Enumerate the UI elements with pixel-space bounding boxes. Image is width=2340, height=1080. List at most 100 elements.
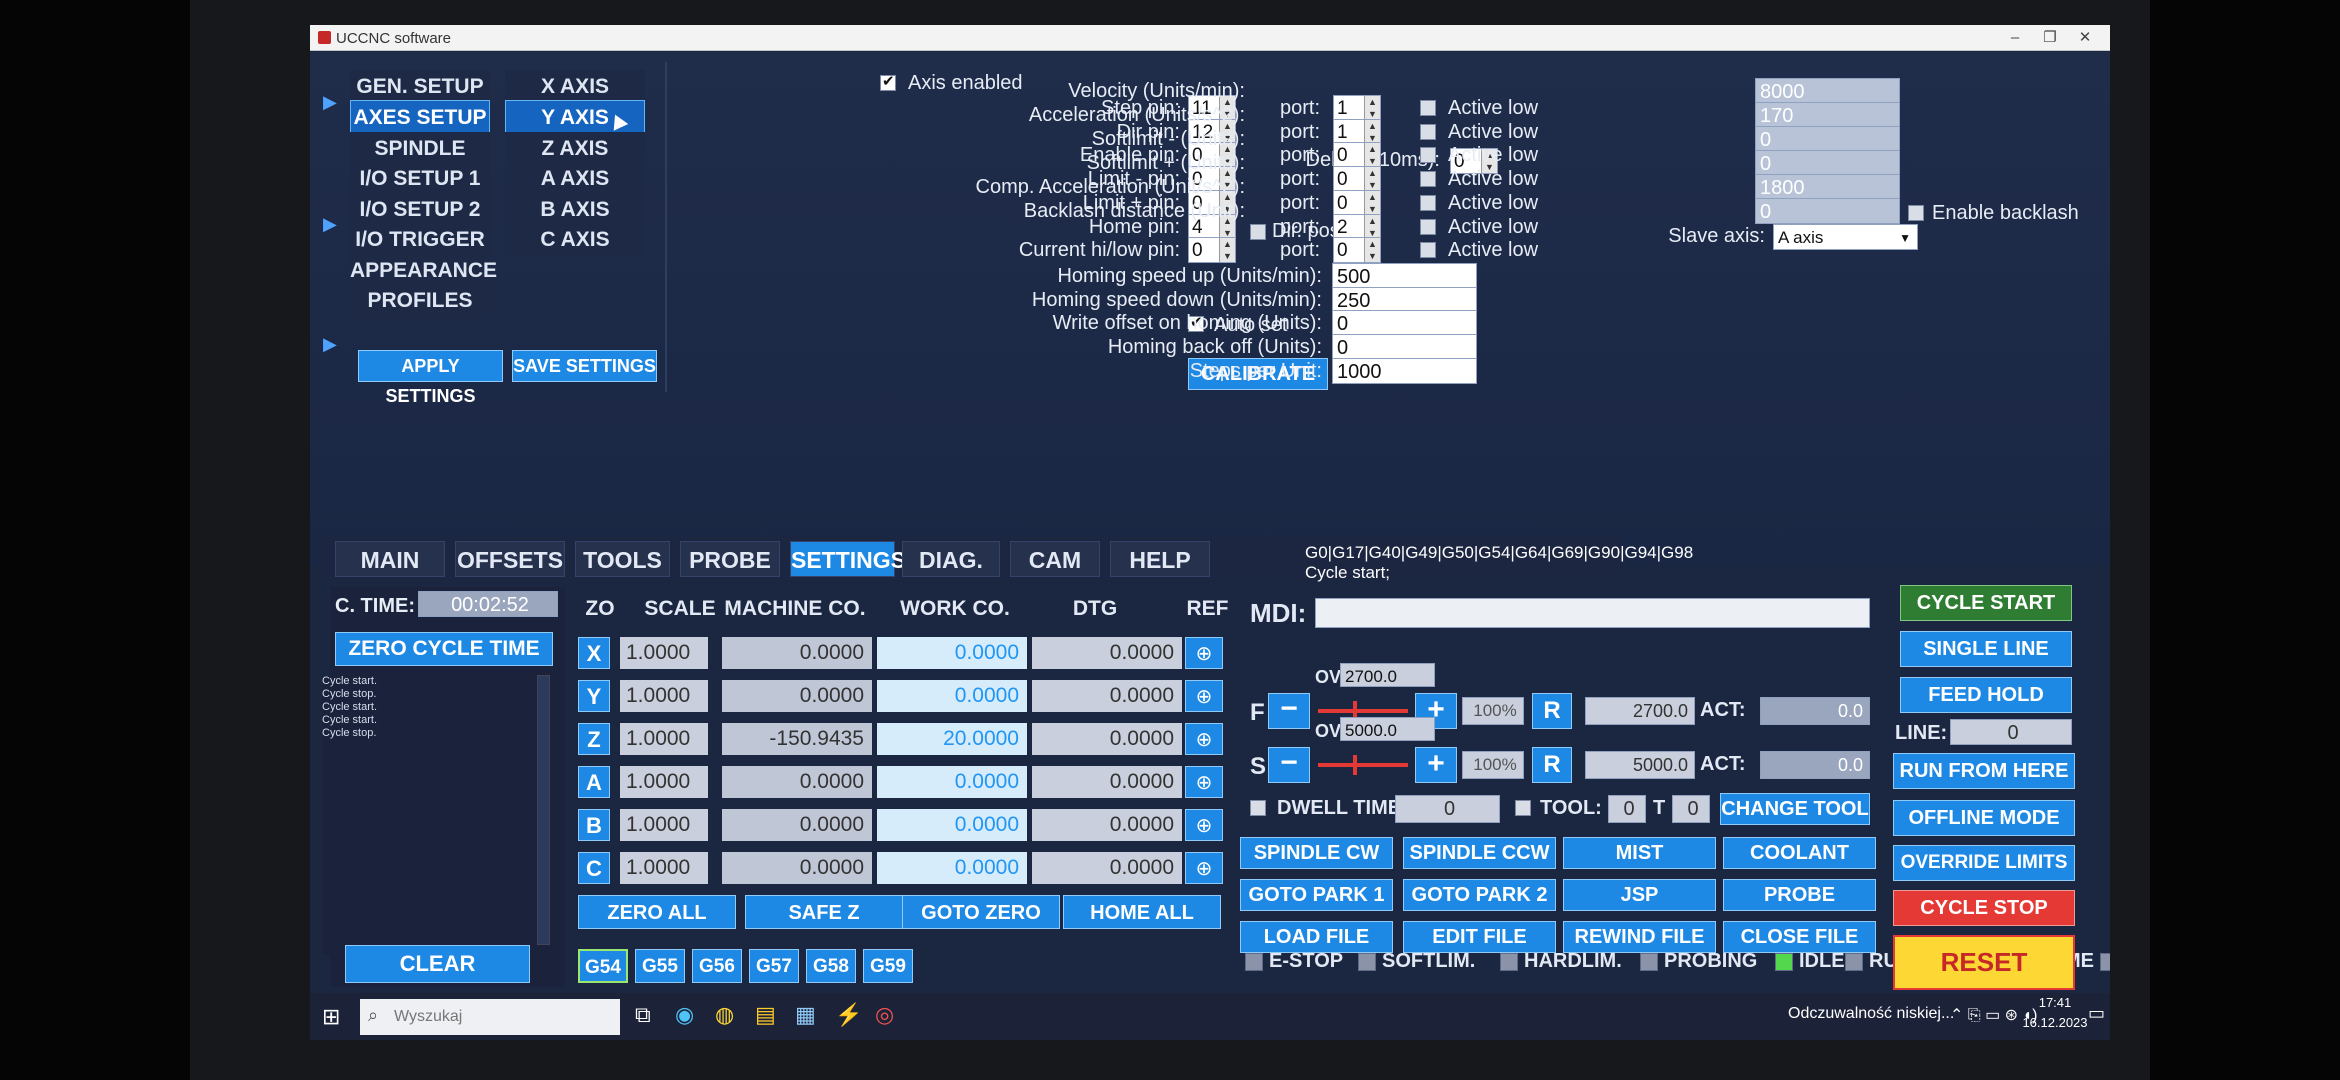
nav-io-setup-2[interactable]: I/O SETUP 2 — [350, 193, 490, 227]
scale-field[interactable]: 1.0000 — [620, 637, 708, 669]
minimize-button[interactable]: – — [2000, 27, 2030, 49]
home-axis-button[interactable]: ⊕ — [1185, 809, 1223, 841]
zero-cycle-time-button[interactable]: ZERO CYCLE TIME — [335, 632, 553, 666]
home-axis-button[interactable]: ⊕ — [1185, 723, 1223, 755]
maximize-button[interactable]: ❐ — [2035, 27, 2065, 49]
goto-park-1-button[interactable]: GOTO PARK 1 — [1240, 879, 1393, 911]
clear-log-button[interactable]: CLEAR — [345, 945, 530, 983]
work-offset-g55[interactable]: G55 — [635, 949, 685, 983]
port-spinner[interactable]: 1 ▲ ▼ — [1333, 118, 1381, 145]
spinner-arrows-icon[interactable]: ▲ ▼ — [1364, 143, 1380, 168]
scale-field[interactable]: 1.0000 — [620, 723, 708, 755]
probe-button[interactable]: PROBE — [1723, 879, 1876, 911]
active-low-checkbox[interactable] — [1420, 242, 1436, 259]
active-low-checkbox[interactable] — [1420, 171, 1436, 188]
app-icon[interactable]: ▦ — [795, 1002, 816, 1028]
weather-status[interactable]: Odczuwalność niskiej... — [1788, 1005, 1954, 1023]
motion-field[interactable]: 170 — [1755, 102, 1900, 128]
feed-reset-button[interactable]: R — [1532, 693, 1572, 729]
nav-profiles[interactable]: PROFILES — [350, 284, 490, 318]
homing-field[interactable]: 0 — [1332, 310, 1477, 337]
t-field[interactable]: 0 — [1672, 795, 1710, 823]
spinner-arrows-icon[interactable]: ▲ ▼ — [1364, 238, 1380, 263]
active-low-checkbox[interactable] — [1420, 194, 1436, 211]
notification-icon[interactable]: ▭ — [2088, 1003, 2105, 1024]
spindle-ccw-button[interactable]: SPINDLE CCW — [1403, 837, 1556, 869]
spindle-slider-handle[interactable] — [1353, 755, 1357, 775]
nav-z-axis[interactable]: Z AXIS — [505, 132, 645, 166]
scale-field[interactable]: 1.0000 — [620, 766, 708, 798]
work-offset-g58[interactable]: G58 — [806, 949, 856, 983]
port-spinner[interactable]: 0 ▲ ▼ — [1333, 237, 1381, 264]
tab-settings[interactable]: SETTINGS — [790, 541, 906, 577]
tab-offsets[interactable]: OFFSETS — [455, 541, 565, 577]
machine-coord-field[interactable]: 0.0000 — [722, 809, 872, 841]
axis-zero-button-c[interactable]: C — [578, 852, 610, 884]
windows-start-icon[interactable]: ⊞ — [322, 1004, 340, 1030]
nav-appearance[interactable]: APPEARANCE — [350, 254, 497, 288]
axis-zero-button-b[interactable]: B — [578, 809, 610, 841]
clock-time[interactable]: 17:41 — [2030, 995, 2080, 1010]
homing-field[interactable]: 1000 — [1332, 357, 1477, 384]
run-from-here-button[interactable]: RUN FROM HERE — [1893, 753, 2075, 789]
file-explorer-icon[interactable]: ▤ — [755, 1002, 776, 1028]
load-file-button[interactable]: LOAD FILE — [1240, 921, 1393, 953]
motion-field[interactable]: 0 — [1755, 198, 1900, 224]
machine-coord-field[interactable]: 0.0000 — [722, 680, 872, 712]
task-view-icon[interactable]: ⧉ — [635, 1002, 651, 1028]
edge-browser-icon[interactable]: ◉ — [675, 1002, 694, 1028]
work-offset-g56[interactable]: G56 — [692, 949, 742, 983]
uccnc-taskbar-icon[interactable]: ⚡ — [835, 1002, 862, 1028]
machine-coord-field[interactable]: 0.0000 — [722, 637, 872, 669]
work-coord-field[interactable]: 20.0000 — [877, 723, 1027, 755]
goto-zero-button[interactable]: GOTO ZERO — [902, 895, 1060, 929]
home-axis-button[interactable]: ⊕ — [1185, 766, 1223, 798]
work-offset-g59[interactable]: G59 — [863, 949, 913, 983]
nav-io-setup-1[interactable]: I/O SETUP 1 — [350, 162, 490, 196]
work-offset-g54[interactable]: G54 — [578, 949, 628, 983]
port-spinner[interactable]: 2 ▲ ▼ — [1333, 213, 1381, 240]
apply-settings-button[interactable]: APPLY SETTINGS — [358, 350, 503, 406]
axis-zero-button-z[interactable]: Z — [578, 723, 610, 755]
dwell-field[interactable]: 0 — [1395, 795, 1500, 823]
active-low-checkbox[interactable] — [1420, 218, 1436, 235]
tab-tools[interactable]: TOOLS — [575, 541, 670, 577]
chrome-browser-icon[interactable]: ◍ — [715, 1002, 734, 1028]
home-axis-button[interactable]: ⊕ — [1185, 680, 1223, 712]
nav-x-axis[interactable]: X AXIS — [505, 70, 645, 104]
tab-diag[interactable]: DIAG. — [902, 541, 1000, 577]
spindle-increase-button[interactable]: + — [1415, 747, 1457, 783]
port-spinner[interactable]: 0 ▲ ▼ — [1333, 142, 1381, 169]
tab-probe[interactable]: PROBE — [680, 541, 780, 577]
edit-file-button[interactable]: EDIT FILE — [1403, 921, 1556, 953]
dwell-checkbox[interactable] — [1250, 800, 1266, 816]
homing-field[interactable]: 0 — [1332, 334, 1477, 361]
slave-axis-select[interactable]: A axis ▼ — [1773, 224, 1918, 250]
machine-coord-field[interactable]: -150.9435 — [722, 723, 872, 755]
motion-field[interactable]: 8000 — [1755, 78, 1900, 104]
single-line-button[interactable]: SINGLE LINE — [1900, 631, 2072, 667]
axis-zero-button-y[interactable]: Y — [578, 680, 610, 712]
work-coord-field[interactable]: 0.0000 — [877, 852, 1027, 884]
reset-button[interactable]: RESET — [1893, 935, 2075, 990]
scale-field[interactable]: 1.0000 — [620, 852, 708, 884]
work-coord-field[interactable]: 0.0000 — [877, 766, 1027, 798]
motion-field[interactable]: 0 — [1755, 150, 1900, 176]
nav-gen-setup[interactable]: GEN. SETUP — [350, 70, 490, 104]
nav-c-axis[interactable]: C AXIS — [505, 223, 645, 257]
pin-spinner[interactable]: 0 ▲ ▼ — [1188, 237, 1236, 264]
nav-io-trigger[interactable]: I/O TRIGGER — [350, 223, 490, 257]
close-file-button[interactable]: CLOSE FILE — [1723, 921, 1876, 953]
spinner-arrows-icon[interactable]: ▲ ▼ — [1219, 238, 1235, 263]
homing-field[interactable]: 250 — [1332, 286, 1477, 313]
spindle-override-slider[interactable] — [1318, 763, 1408, 767]
mist-button[interactable]: MIST — [1563, 837, 1716, 869]
active-low-checkbox[interactable] — [1420, 100, 1436, 116]
jsp-button[interactable]: JSP — [1563, 879, 1716, 911]
active-low-checkbox[interactable] — [1420, 123, 1436, 140]
offline-mode-button[interactable]: OFFLINE MODE — [1893, 800, 2075, 836]
tab-help[interactable]: HELP — [1110, 541, 1210, 577]
rewind-file-button[interactable]: REWIND FILE — [1563, 921, 1716, 953]
axis-zero-button-x[interactable]: X — [578, 637, 610, 669]
motion-field[interactable]: 1800 — [1755, 174, 1900, 200]
